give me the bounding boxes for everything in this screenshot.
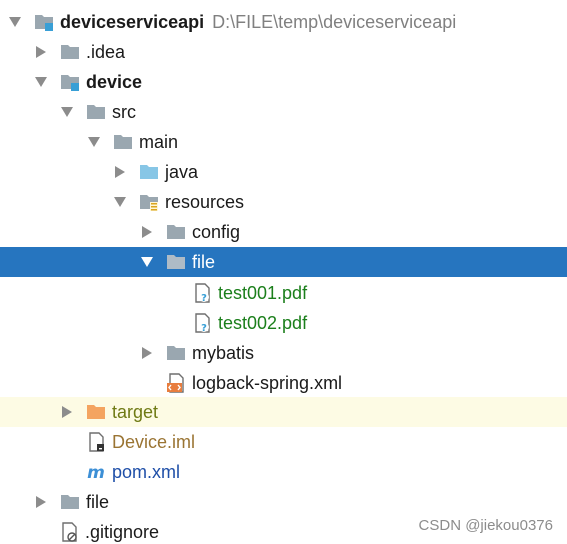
folder-icon [86,102,106,122]
tree-row-mybatis[interactable]: mybatis [0,338,567,368]
iml-file-icon [86,432,106,452]
svg-text:m: m [87,463,105,482]
unknown-file-icon: ? [192,283,212,303]
tree-label-src: src [112,102,136,122]
tree-label-test001: test001.pdf [218,283,308,303]
chevron-down-icon[interactable] [7,14,23,30]
folder-icon [166,252,186,272]
xml-file-icon [166,373,186,393]
module-folder-icon [34,12,54,32]
chevron-right-icon[interactable] [139,345,155,361]
tree-label-gitignore: .gitignore [85,522,160,542]
tree-label-device-iml: Device.iml [112,432,196,452]
tree-label-config: config [192,222,241,242]
tree-row-file-root[interactable]: file [0,487,567,517]
chevron-down-icon[interactable] [59,104,75,120]
tree-row-device-iml[interactable]: Device.iml [0,427,567,457]
tree-row-test002[interactable]: ? test002.pdf [0,308,567,338]
folder-icon [113,132,133,152]
tree-row-file-selected[interactable]: file [0,247,567,277]
tree-label-deviceserviceapi: deviceserviceapi [60,12,205,32]
folder-icon [60,42,80,62]
tree-row-deviceserviceapi[interactable]: deviceserviceapi D:\FILE\temp\deviceserv… [0,7,567,37]
tree-label-java: java [165,162,199,182]
chevron-right-icon[interactable] [33,44,49,60]
chevron-down-icon[interactable] [33,74,49,90]
tree-label-test002: test002.pdf [218,313,308,333]
source-folder-icon [139,162,159,182]
chevron-right-icon[interactable] [112,164,128,180]
tree-label-file: file [192,252,216,272]
chevron-right-icon[interactable] [59,404,75,420]
module-folder-icon [60,72,80,92]
tree-row-config[interactable]: config [0,217,567,247]
svg-text:?: ? [201,293,207,303]
maven-icon: m [86,462,106,482]
project-tree: deviceserviceapi D:\FILE\temp\deviceserv… [0,0,567,544]
folder-icon [166,222,186,242]
tree-label-logback: logback-spring.xml [192,373,343,393]
tree-row-main[interactable]: main [0,127,567,157]
excluded-folder-icon [86,402,106,422]
chevron-right-icon[interactable] [139,224,155,240]
tree-label-main: main [139,132,179,152]
tree-label-mybatis: mybatis [192,343,255,363]
chevron-right-icon[interactable] [33,494,49,510]
svg-text:?: ? [201,323,207,333]
tree-label-idea: .idea [86,42,126,62]
resources-folder-icon [139,192,159,212]
chevron-down-icon[interactable] [112,194,128,210]
tree-label-file-root: file [86,492,110,512]
tree-row-resources[interactable]: resources [0,187,567,217]
tree-row-device[interactable]: device [0,67,567,97]
tree-label-resources: resources [165,192,245,212]
ignore-file-icon [59,522,79,542]
tree-row-src[interactable]: src [0,97,567,127]
tree-row-test001[interactable]: ? test001.pdf [0,278,567,308]
chevron-down-icon[interactable] [86,134,102,150]
tree-label-target: target [112,402,159,422]
tree-row-target[interactable]: target [0,397,567,427]
unknown-file-icon: ? [192,313,212,333]
tree-row-logback[interactable]: logback-spring.xml [0,368,567,398]
watermark: CSDN @jiekou0376 [418,517,553,534]
folder-icon [60,492,80,512]
tree-row-java[interactable]: java [0,157,567,187]
project-path: D:\FILE\temp\deviceserviceapi [212,12,457,32]
tree-label-pom: pom.xml [112,462,181,482]
tree-label-device: device [86,72,143,92]
tree-row-idea[interactable]: .idea [0,37,567,67]
chevron-down-icon[interactable] [139,254,155,270]
tree-row-pom[interactable]: m pom.xml [0,457,567,487]
folder-icon [166,343,186,363]
